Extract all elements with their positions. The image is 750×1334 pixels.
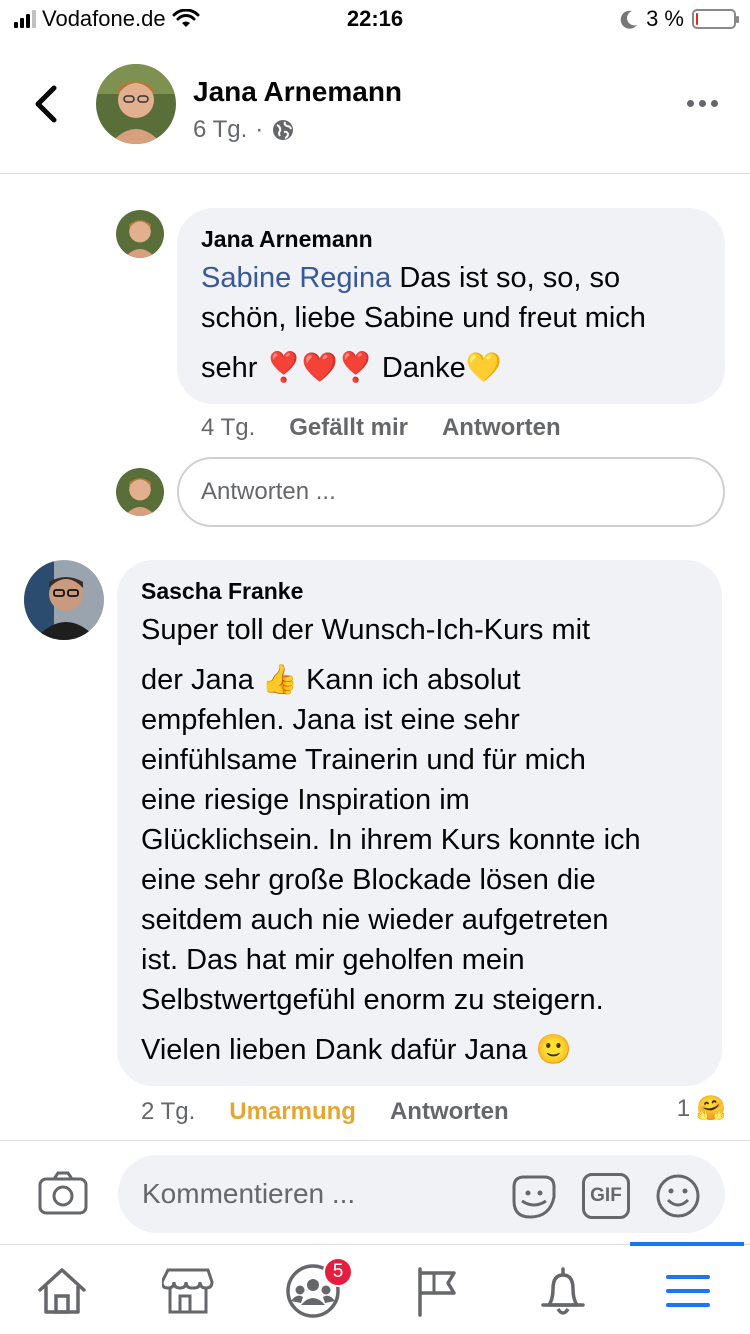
globe-icon (273, 120, 294, 140)
author-name[interactable]: Jana Arnemann (193, 76, 402, 108)
comment-time[interactable]: 4 Tg. (201, 414, 255, 442)
comment-actions: 2 Tg. Umarmung Antworten (141, 1098, 509, 1126)
post-header: Jana Arnemann 6 Tg. · (0, 44, 750, 174)
reaction-button[interactable]: Umarmung (229, 1098, 356, 1126)
sticker-icon[interactable] (510, 1173, 558, 1221)
nav-home[interactable] (32, 1263, 92, 1319)
nav-menu[interactable] (658, 1263, 718, 1319)
gif-button[interactable]: GIF (582, 1173, 630, 1219)
comment-author[interactable]: Sascha Franke (141, 578, 303, 605)
post-age[interactable]: 6 Tg. (193, 116, 247, 144)
comment-time[interactable]: 2 Tg. (141, 1098, 195, 1126)
avatar[interactable] (96, 64, 176, 144)
nav-marketplace[interactable] (158, 1263, 218, 1319)
comment-text: Sabine Regina Das ist so, so, so schön, … (201, 262, 646, 384)
hamburger-menu-icon (666, 1275, 710, 1307)
emoji-icon[interactable] (655, 1173, 701, 1219)
avatar[interactable] (24, 560, 104, 640)
battery-percent: 3 % (646, 6, 684, 31)
status-bar: Vodafone.de 22:16 3 % (0, 0, 750, 44)
hug-emoji-icon: 🤗 (696, 1095, 726, 1122)
avatar (116, 468, 164, 516)
marketplace-icon (162, 1268, 214, 1314)
reply-input[interactable]: Antworten ... (177, 457, 725, 527)
comment-author[interactable]: Jana Arnemann (201, 226, 373, 253)
nav-groups[interactable]: 5 (283, 1257, 353, 1319)
active-tab-indicator (630, 1242, 744, 1246)
separator: · (255, 116, 264, 143)
nav-notifications[interactable] (533, 1263, 593, 1319)
avatar[interactable] (116, 210, 164, 258)
battery-icon (692, 9, 739, 29)
flag-icon (418, 1267, 456, 1317)
reply-button[interactable]: Antworten (442, 414, 561, 442)
reaction-count[interactable]: 1 🤗 (677, 1094, 726, 1123)
comment-input[interactable]: Kommentieren ... (118, 1155, 725, 1233)
heart-emoji: ❣️❤️❣️ (265, 352, 374, 384)
reply-button[interactable]: Antworten (390, 1098, 509, 1126)
comment-actions: 4 Tg. Gefällt mir Antworten (201, 414, 561, 442)
comment-text: Super toll der Wunsch-Ich-Kurs mit der J… (141, 614, 641, 1066)
camera-icon[interactable] (38, 1171, 88, 1215)
notification-badge: 5 (323, 1257, 353, 1287)
battery-level (696, 13, 698, 25)
home-icon (38, 1268, 86, 1314)
nav-pages[interactable] (408, 1263, 468, 1319)
yellow-heart-emoji: 💛 (465, 352, 502, 384)
mention-link[interactable]: Sabine Regina (201, 262, 391, 294)
comment-composer: Kommentieren ... GIF (0, 1140, 750, 1244)
back-arrow-icon[interactable] (26, 82, 66, 126)
bell-icon (541, 1267, 585, 1315)
bottom-nav: 5 (0, 1242, 750, 1334)
moon-icon (620, 10, 638, 29)
like-button[interactable]: Gefällt mir (289, 414, 408, 442)
more-options-button[interactable] (687, 100, 718, 107)
